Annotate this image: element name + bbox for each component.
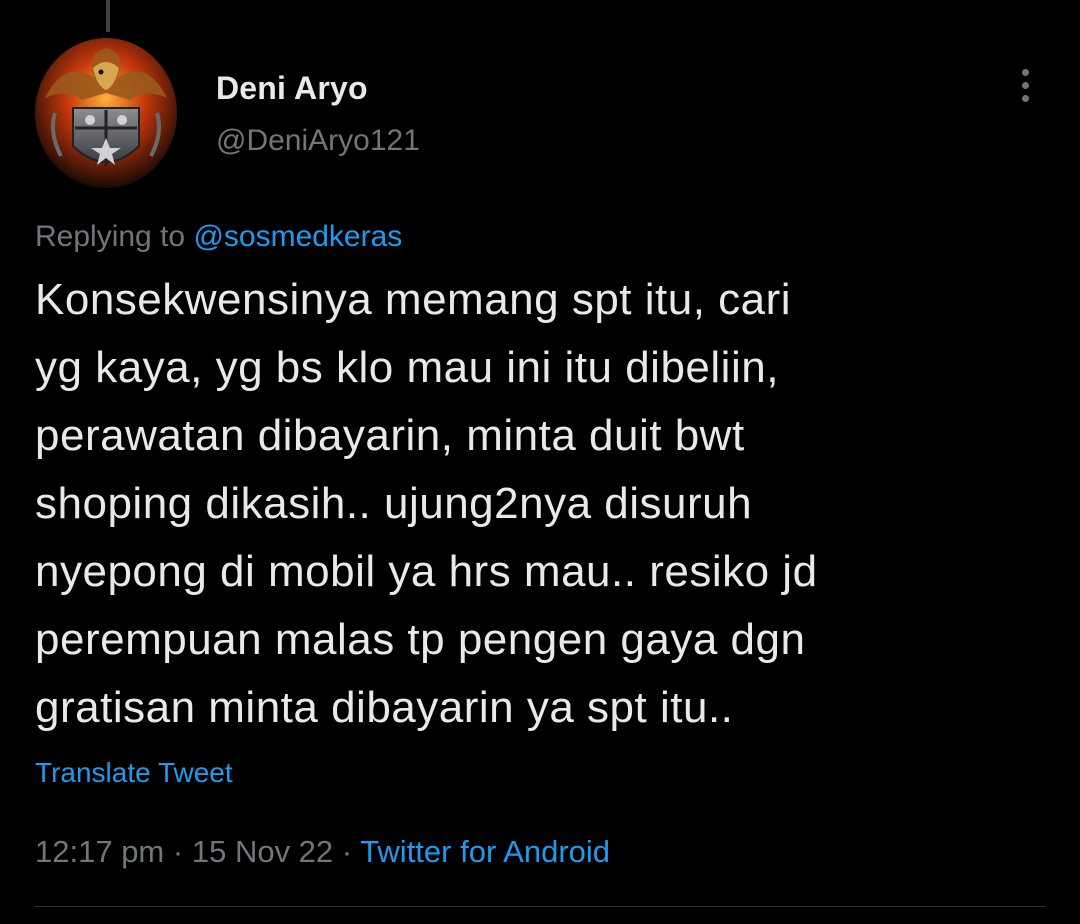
translate-tweet-link[interactable]: Translate Tweet <box>35 757 233 789</box>
replying-to: Replying to @sosmedkeras <box>35 220 402 254</box>
divider <box>35 906 1045 907</box>
avatar-image <box>35 38 177 188</box>
tweet-source-link[interactable]: Twitter for Android <box>360 834 610 869</box>
author-handle[interactable]: @DeniAryo121 <box>216 124 420 158</box>
more-vertical-icon-dot <box>1021 81 1029 89</box>
thread-connector-line <box>106 0 110 32</box>
author-display-name[interactable]: Deni Aryo <box>216 70 368 107</box>
meta-separator: · <box>172 834 184 869</box>
tweet-text: Konsekwensinya memang spt itu, cari yg k… <box>35 275 818 732</box>
tweet-metadata: 12:17 pm · 15 Nov 22 · Twitter for Andro… <box>35 834 610 870</box>
replying-to-label: Replying to <box>35 220 186 253</box>
avatar[interactable] <box>35 38 177 188</box>
tweet-date[interactable]: 15 Nov 22 <box>192 834 333 869</box>
more-vertical-icon-dot <box>1021 94 1029 102</box>
meta-separator: · <box>341 834 353 869</box>
more-vertical-icon <box>1021 68 1029 76</box>
reply-mention-link[interactable]: @sosmedkeras <box>193 220 402 253</box>
more-options-button[interactable] <box>1008 62 1042 108</box>
tweet-time[interactable]: 12:17 pm <box>35 834 164 869</box>
